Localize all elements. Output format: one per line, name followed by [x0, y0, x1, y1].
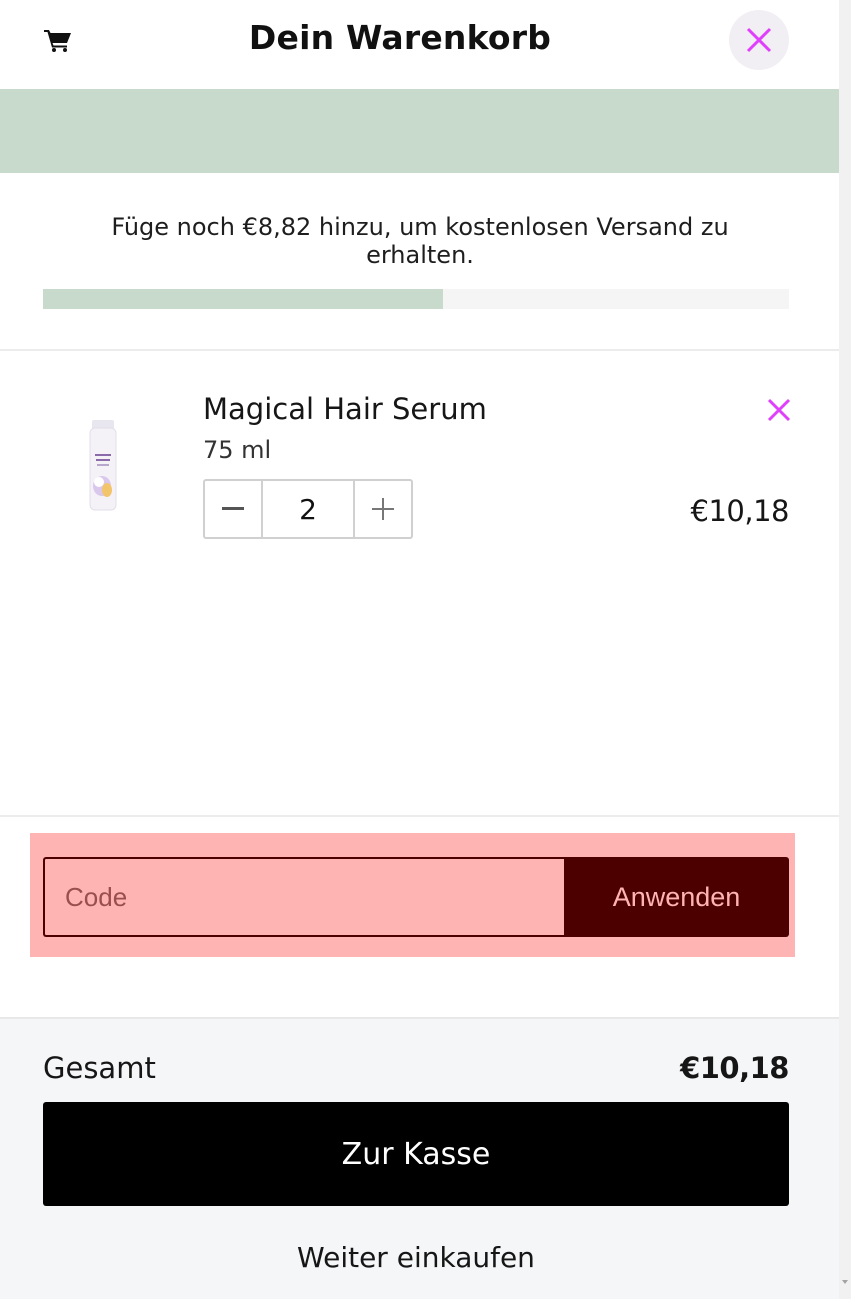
close-icon [746, 27, 772, 53]
scrollbar[interactable] [839, 0, 851, 1299]
product-variant: 75 ml [203, 436, 272, 464]
promo-banner [0, 89, 839, 173]
minus-icon [222, 507, 244, 510]
free-shipping-progress-fill [43, 289, 443, 309]
discount-code-form: Anwenden [30, 833, 795, 957]
divider [0, 349, 839, 351]
product-image [89, 420, 117, 511]
continue-shopping-link[interactable]: Weiter einkaufen [0, 1241, 832, 1274]
cart-title: Dein Warenkorb [248, 18, 552, 57]
quantity-value[interactable]: 2 [263, 481, 353, 537]
discount-code-input[interactable] [43, 857, 564, 937]
divider [0, 815, 839, 817]
increase-quantity-button[interactable] [353, 481, 411, 537]
quantity-stepper: 2 [203, 479, 413, 539]
cart-header: Dein Warenkorb [0, 0, 839, 88]
free-shipping-progress [43, 289, 789, 309]
total-label: Gesamt [43, 1051, 156, 1085]
line-item-price: €10,18 [690, 494, 790, 528]
decrease-quantity-button[interactable] [205, 481, 263, 537]
checkout-button[interactable]: Zur Kasse [43, 1102, 789, 1206]
apply-discount-button[interactable]: Anwenden [564, 857, 789, 937]
scroll-down-arrow-icon[interactable] [842, 1280, 848, 1284]
total-value: €10,18 [680, 1051, 789, 1085]
cart-footer: Gesamt €10,18 Zur Kasse Weiter einkaufen [0, 1017, 839, 1299]
free-shipping-message: Füge noch €8,82 hinzu, um kostenlosen Ve… [111, 213, 729, 269]
cart-drawer: Dein Warenkorb Füge noch €8,82 hinzu, um… [0, 0, 839, 1299]
close-cart-button[interactable] [729, 10, 789, 70]
product-name[interactable]: Magical Hair Serum [203, 392, 487, 426]
plus-icon [372, 498, 394, 520]
remove-item-icon[interactable] [767, 398, 791, 422]
